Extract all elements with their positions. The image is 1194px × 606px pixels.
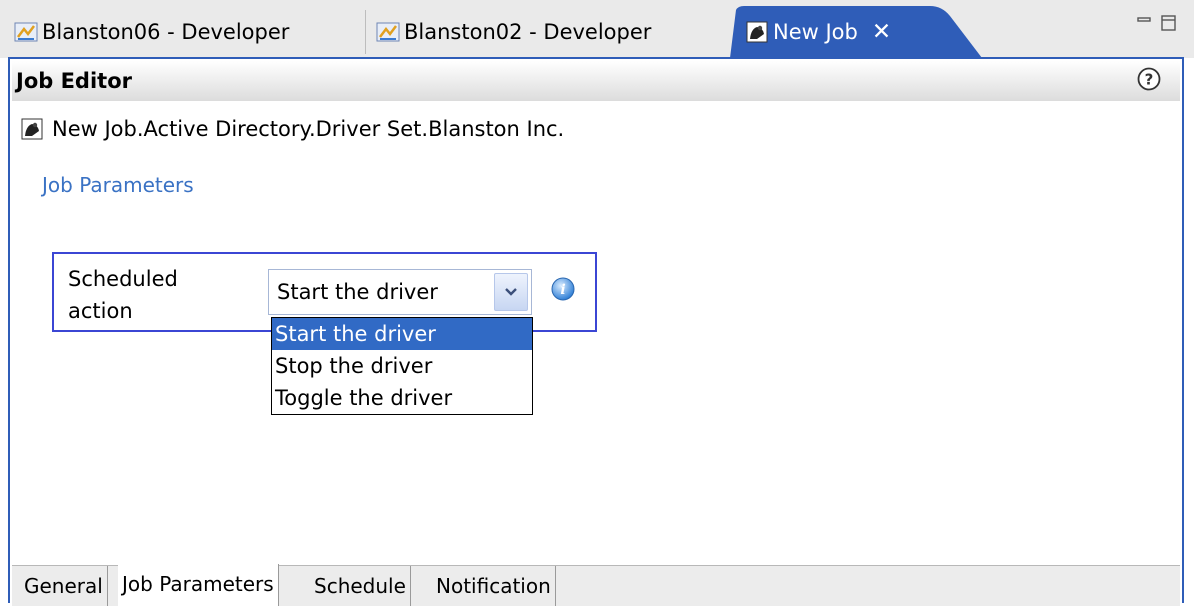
option-start-the-driver[interactable]: Start the driver [272, 318, 532, 350]
scheduled-action-label: Scheduled action [68, 267, 178, 323]
minimize-icon[interactable] [1136, 14, 1154, 32]
tab-divider [365, 10, 366, 54]
tab-general[interactable]: General [20, 566, 108, 606]
job-icon [746, 21, 768, 43]
job-icon [21, 118, 43, 140]
tab-blanston06-developer[interactable]: Blanston06 - Developer [14, 10, 364, 54]
tab-label: New Job [773, 20, 858, 44]
page-tab-bar: General Job Parameters Schedule Notifica… [12, 564, 1180, 606]
tab-label: Blanston06 - Developer [42, 20, 290, 44]
tab-new-job[interactable]: New Job ✕ [745, 10, 891, 54]
tab-schedule[interactable]: Schedule [310, 566, 411, 606]
option-toggle-the-driver[interactable]: Toggle the driver [272, 382, 532, 414]
editor-title: Job Editor [16, 69, 132, 93]
section-heading: Job Parameters [42, 173, 194, 197]
job-editor-panel: Job Editor ? New Job.Active Directory.Dr… [8, 57, 1184, 606]
close-icon[interactable]: ✕ [872, 19, 891, 45]
tab-blanston02-developer[interactable]: Blanston02 - Developer [376, 10, 726, 54]
info-icon[interactable]: i [550, 276, 576, 302]
editor-tab-bar: Blanston06 - Developer Blanston02 - Deve… [0, 0, 1194, 58]
help-icon[interactable]: ? [1136, 66, 1162, 92]
scheduled-action-options: Start the driver Stop the driver Toggle … [271, 317, 533, 415]
editor-header: Job Editor ? [12, 61, 1180, 101]
option-stop-the-driver[interactable]: Stop the driver [272, 350, 532, 382]
svg-text:i: i [560, 282, 565, 298]
object-path: New Job.Active Directory.Driver Set.Blan… [20, 117, 564, 141]
scheduled-action-select[interactable]: Start the driver [268, 269, 532, 315]
chevron-down-icon[interactable] [494, 273, 528, 311]
object-path-text: New Job.Active Directory.Driver Set.Blan… [52, 117, 565, 141]
tab-job-parameters[interactable]: Job Parameters [118, 564, 279, 606]
maximize-icon[interactable] [1160, 14, 1178, 32]
developer-perspective-icon [14, 22, 38, 42]
tab-label: Blanston02 - Developer [404, 20, 652, 44]
tab-notification[interactable]: Notification [432, 566, 556, 606]
svg-text:?: ? [1145, 71, 1154, 89]
developer-perspective-icon [376, 22, 400, 42]
select-value: Start the driver [277, 280, 438, 304]
